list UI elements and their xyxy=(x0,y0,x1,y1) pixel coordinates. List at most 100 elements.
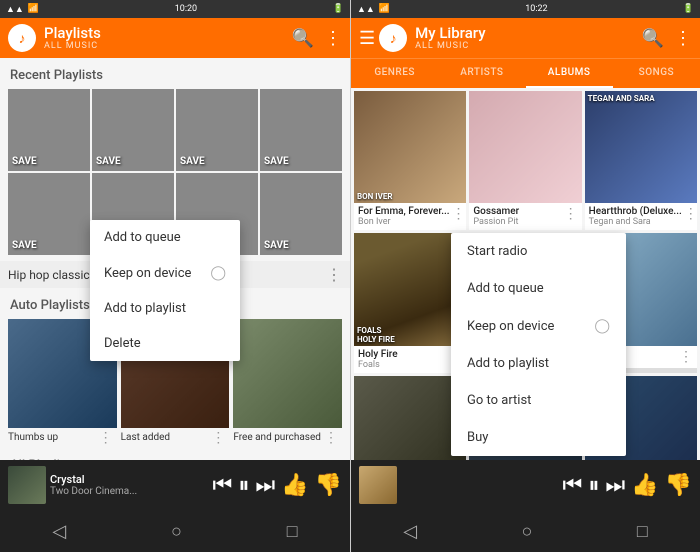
status-bar-right: ▲▲ 📶 10:22 🔋 xyxy=(351,0,700,18)
logo-right: ♪ xyxy=(379,24,407,52)
menu-delete[interactable]: Delete xyxy=(90,326,240,361)
auto-item-free: Free and purchased ⋮ xyxy=(233,319,342,448)
track-artist-left: Two Door Cinema... xyxy=(50,486,213,497)
album-thumb-1[interactable]: BON IVER xyxy=(354,91,466,203)
recent-thumb-3[interactable]: SAVE xyxy=(176,89,258,171)
recent-thumb-1[interactable]: SAVE xyxy=(8,89,90,171)
signal-icon-right: 📶 xyxy=(379,4,390,14)
menu-add-playlist-left[interactable]: Add to playlist xyxy=(90,291,240,326)
next-btn-left[interactable]: ⏭ xyxy=(255,473,275,498)
album-card-2: Gossamer Passion Pit ⋮ xyxy=(469,91,581,230)
auto-label-3: Free and purchased xyxy=(233,432,321,443)
search-icon-right[interactable]: 🔍 xyxy=(642,28,664,49)
nav-bar-left: ◁ ○ □ xyxy=(0,510,350,552)
recent-section-title: Recent Playlists xyxy=(0,58,350,89)
thumbup-btn-right[interactable]: 👍 xyxy=(631,473,658,498)
battery-icon-left: 🔋 xyxy=(333,4,344,14)
topbar-icons-right: 🔍 ⋮ xyxy=(642,28,692,49)
album-thumb-4[interactable]: FOALSHOLY FIRE xyxy=(354,233,466,345)
album-info-1: For Emma, Forever... Bon Iver ⋮ xyxy=(354,203,466,230)
album-card-1: BON IVER For Emma, Forever... Bon Iver ⋮ xyxy=(354,91,466,230)
pause-btn-right[interactable]: ⏸ xyxy=(588,473,599,498)
album-thumb-2[interactable] xyxy=(469,91,581,203)
next-btn-right[interactable]: ⏭ xyxy=(605,473,625,498)
context-menu-left: Add to queue Keep on device ◯ Add to pla… xyxy=(90,220,240,361)
keep-device-toggle-right[interactable]: ◯ xyxy=(594,318,610,334)
top-bar-left: ♪ Playlists ALL MUSIC 🔍 ⋮ xyxy=(0,18,350,58)
tab-songs[interactable]: SONGS xyxy=(613,59,700,88)
recent-thumb-5[interactable]: SAVE xyxy=(8,173,90,255)
album-info-3: Heartthrob (Deluxe... Tegan and Sara ⋮ xyxy=(585,203,697,230)
prev-btn-left[interactable]: ⏮ xyxy=(213,473,233,498)
thumbup-btn-left[interactable]: 👍 xyxy=(281,473,308,498)
album-name-3: Heartthrob (Deluxe... xyxy=(589,206,682,217)
album-more-6[interactable]: ⋮ xyxy=(677,349,693,365)
logo-left: ♪ xyxy=(8,24,36,52)
player-controls-left: ⏮ ⏸ ⏭ 👍 👎 xyxy=(213,473,342,498)
tab-genres[interactable]: GENRES xyxy=(351,59,438,88)
home-btn-left[interactable]: ○ xyxy=(171,521,182,542)
pause-btn-left[interactable]: ⏸ xyxy=(238,473,249,498)
album-more-3[interactable]: ⋮ xyxy=(682,206,697,222)
album-artist-2: Passion Pit xyxy=(473,217,561,227)
menu-keep-device[interactable]: Keep on device ◯ xyxy=(90,255,240,291)
menu-go-to-artist[interactable]: Go to artist xyxy=(451,382,626,419)
home-btn-right[interactable]: ○ xyxy=(522,521,533,542)
thumbdown-btn-left[interactable]: 👎 xyxy=(315,473,342,498)
subtitle-right: ALL MUSIC xyxy=(415,41,641,51)
more-icon-left[interactable]: ⋮ xyxy=(324,28,342,49)
wifi-icon-right: ▲▲ xyxy=(357,4,375,15)
album-thumb-3[interactable]: TEGAN AND SARA xyxy=(585,91,697,203)
auto-more-3[interactable]: ⋮ xyxy=(324,430,338,446)
keep-device-toggle[interactable]: ◯ xyxy=(210,265,226,281)
recent-thumb-2[interactable]: SAVE xyxy=(92,89,174,171)
menu-icon-right[interactable]: ☰ xyxy=(359,28,375,49)
title-block-left: Playlists ALL MUSIC xyxy=(44,25,292,52)
auto-label-2: Last added xyxy=(121,432,170,443)
more-icon-right[interactable]: ⋮ xyxy=(674,28,692,49)
back-btn-right[interactable]: ◁ xyxy=(403,521,417,542)
menu-add-queue-right[interactable]: Add to queue xyxy=(451,270,626,307)
playlist-more-btn[interactable]: ⋮ xyxy=(326,265,342,284)
track-name-left: Crystal xyxy=(50,473,213,486)
album-more-1[interactable]: ⋮ xyxy=(450,206,466,222)
back-btn-left[interactable]: ◁ xyxy=(52,521,66,542)
tab-albums[interactable]: ALBUMS xyxy=(526,59,613,88)
player-thumb-left xyxy=(8,466,46,504)
menu-buy[interactable]: Buy xyxy=(451,419,626,456)
recent-thumb-8[interactable]: SAVE xyxy=(260,173,342,255)
recent-thumb-4[interactable]: SAVE xyxy=(260,89,342,171)
tab-artists[interactable]: ARTISTS xyxy=(438,59,525,88)
menu-add-queue[interactable]: Add to queue xyxy=(90,220,240,255)
menu-keep-device-right[interactable]: Keep on device ◯ xyxy=(451,307,626,345)
player-bar-left: Crystal Two Door Cinema... ⏮ ⏸ ⏭ 👍 👎 xyxy=(0,460,350,510)
album-card-7: BIFFY CLYRO Opposites (Deluxe) Biffy Cly… xyxy=(354,376,466,460)
auto-more-1[interactable]: ⋮ xyxy=(99,430,113,446)
recent-btn-left[interactable]: □ xyxy=(287,521,298,542)
track-info-left: Crystal Two Door Cinema... xyxy=(46,473,213,497)
recent-btn-right[interactable]: □ xyxy=(637,521,648,542)
auto-label-1: Thumbs up xyxy=(8,432,58,443)
player-bar-right: ⏮ ⏸ ⏭ 👍 👎 xyxy=(351,460,700,510)
tab-bar: GENRES ARTISTS ALBUMS SONGS xyxy=(351,58,700,88)
album-name-2: Gossamer xyxy=(473,206,561,217)
album-thumb-7[interactable]: BIFFY CLYRO xyxy=(354,376,466,460)
album-artist-3: Tegan and Sara xyxy=(589,217,682,227)
album-card-3: TEGAN AND SARA Heartthrob (Deluxe... Teg… xyxy=(585,91,697,230)
title-block-right: My Library ALL MUSIC xyxy=(415,25,641,52)
search-icon-left[interactable]: 🔍 xyxy=(292,28,314,49)
time-left: 10:20 xyxy=(175,4,197,14)
subtitle-left: ALL MUSIC xyxy=(44,41,292,51)
status-icons-left: ▲▲ 📶 xyxy=(6,4,39,15)
auto-more-2[interactable]: ⋮ xyxy=(211,430,225,446)
player-controls-right: ⏮ ⏸ ⏭ 👍 👎 xyxy=(563,473,692,498)
album-artist-1: Bon Iver xyxy=(358,217,450,227)
title-left: Playlists xyxy=(44,25,292,42)
menu-add-playlist-right[interactable]: Add to playlist xyxy=(451,345,626,382)
thumbdown-btn-right[interactable]: 👎 xyxy=(665,473,692,498)
menu-start-radio[interactable]: Start radio xyxy=(451,233,626,270)
album-more-2[interactable]: ⋮ xyxy=(562,206,578,222)
right-scroll: BON IVER For Emma, Forever... Bon Iver ⋮… xyxy=(351,88,700,460)
prev-btn-right[interactable]: ⏮ xyxy=(563,473,583,498)
album-name-1: For Emma, Forever... xyxy=(358,206,450,217)
